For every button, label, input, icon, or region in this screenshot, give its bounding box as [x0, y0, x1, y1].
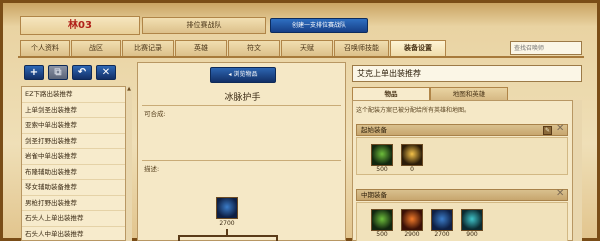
item-price: 500 [376, 166, 388, 173]
recipe-tree-line [178, 235, 278, 237]
delete-build-button[interactable]: ✕ [96, 65, 116, 80]
build-list-scrollbar[interactable]: ▲ [125, 86, 132, 241]
list-item[interactable]: 布隆辅助出装推荐 [22, 165, 130, 180]
item-price: 0 [410, 166, 414, 173]
item-price: 2700 [434, 231, 450, 238]
list-item[interactable]: 石头人中单出装推荐 [22, 227, 130, 241]
scroll-up-icon[interactable]: ▲ [126, 86, 132, 93]
flame-item-icon[interactable] [431, 209, 453, 231]
tab-profile[interactable]: 个人资料 [20, 40, 70, 56]
tab-divider [18, 56, 584, 58]
items-panel-scrollbar[interactable] [572, 100, 582, 241]
tab-summoner-spells[interactable]: 召唤师技能 [334, 40, 389, 56]
tab-champions[interactable]: 英雄 [175, 40, 227, 56]
list-item[interactable]: EZ下路出装推荐 [22, 87, 130, 103]
list-item[interactable]: 亚索中单出装推荐 [22, 118, 130, 134]
list-item[interactable]: 岩雀中单出装推荐 [22, 149, 130, 165]
player-name: 林03 [20, 16, 140, 35]
fire-sword-icon[interactable] [401, 209, 423, 231]
item-detail-panel: ◂ 浏览物品 冰脉护手 可合成: 描述: 2700 [137, 62, 346, 241]
divider [142, 160, 341, 161]
list-item[interactable]: 上单剑圣出装推荐 [22, 103, 130, 118]
build-editor-tabs: 物品 地图和英雄 [352, 87, 508, 100]
close-icon[interactable]: ✕ [556, 188, 564, 199]
green-orb-icon[interactable] [371, 144, 393, 166]
list-item[interactable]: 男枪打野出装推荐 [22, 196, 130, 211]
divider [142, 105, 341, 106]
item-price: 2700 [219, 220, 235, 227]
list-item[interactable]: 琴女辅助装备推荐 [22, 180, 130, 196]
ice-gauntlet-icon[interactable] [461, 209, 483, 231]
tab-maps-champions[interactable]: 地图和英雄 [430, 87, 508, 100]
item-price: 500 [376, 231, 388, 238]
tab-items[interactable]: 物品 [352, 87, 430, 100]
create-team-button[interactable]: 创建一支排位赛战队 [270, 18, 368, 33]
tab-item-sets[interactable]: 装备设置 [390, 40, 446, 56]
item-price: 900 [466, 231, 478, 238]
browse-items-label: 浏览物品 [233, 71, 258, 78]
tab-region[interactable]: 战区 [71, 40, 121, 56]
browse-items-button[interactable]: ◂ 浏览物品 [210, 67, 276, 83]
tab-masteries[interactable]: 天赋 [281, 40, 333, 56]
recipe-tree-line [178, 235, 180, 241]
undo-button[interactable]: ↶ [72, 65, 92, 80]
item-group-mid: 500 2900 2700 900 [356, 202, 568, 241]
ice-gauntlet-icon[interactable] [216, 197, 238, 219]
item-price: 2900 [404, 231, 420, 238]
ranked-team-label: 排位赛战队 [142, 17, 266, 34]
tab-match-history[interactable]: 比赛记录 [122, 40, 174, 56]
profile-tabs: 个人资料 战区 比赛记录 英雄 符文 天赋 召唤师技能 装备设置 [20, 40, 447, 56]
recipe-tree-line [276, 235, 278, 241]
build-list-panel: + ⧉ ↶ ✕ EZ下路出装推荐 上单剑圣出装推荐 亚索中单出装推荐 剑圣打野出… [20, 62, 133, 241]
green-orb-icon[interactable] [371, 209, 393, 231]
item-group-starting: 500 0 [356, 137, 568, 175]
group-header[interactable]: 中期装备 [356, 189, 568, 201]
summoner-search-input[interactable] [510, 41, 582, 55]
group-header[interactable]: 起始装备 [356, 124, 568, 136]
build-title-field[interactable]: 艾克上单出装推荐 [352, 65, 582, 82]
close-icon[interactable]: ✕ [556, 123, 564, 134]
item-name: 冰脉护手 [224, 93, 261, 103]
build-toolbar: + ⧉ ↶ ✕ [24, 65, 116, 83]
composed-into-label: 可合成: [144, 110, 166, 118]
edit-icon[interactable]: ✎ [543, 126, 552, 135]
assignment-hint: 这个配装方案已被分配给所有英雄和地图。 [356, 107, 471, 114]
list-item[interactable]: 剑圣打野出装推荐 [22, 134, 130, 149]
build-editor-panel: 艾克上单出装推荐 物品 地图和英雄 这个配装方案已被分配给所有英雄和地图。 起始… [351, 62, 584, 241]
copy-build-button[interactable]: ⧉ [48, 65, 68, 80]
description-label: 描述: [144, 165, 160, 173]
tab-runes[interactable]: 符文 [228, 40, 280, 56]
add-build-button[interactable]: + [24, 65, 44, 80]
items-panel: 这个配装方案已被分配给所有英雄和地图。 起始装备 ✎ ✕ 500 0 中期装备 … [352, 100, 582, 241]
yellow-potion-icon[interactable] [401, 144, 423, 166]
list-item[interactable]: 石头人上单出装推荐 [22, 211, 130, 227]
build-list: EZ下路出装推荐 上单剑圣出装推荐 亚索中单出装推荐 剑圣打野出装推荐 岩雀中单… [21, 86, 131, 241]
